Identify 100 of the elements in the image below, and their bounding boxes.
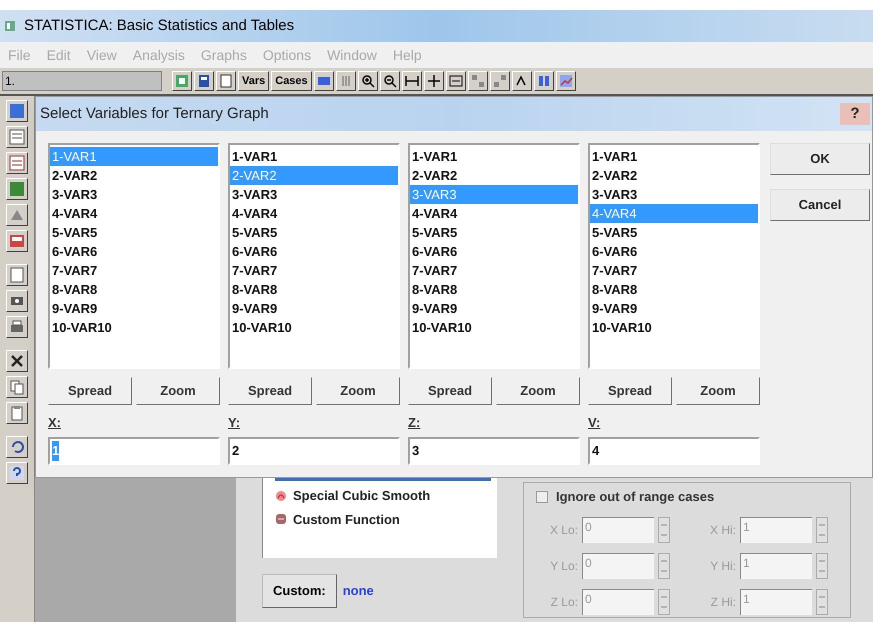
printer-icon[interactable] xyxy=(6,316,28,338)
axis-field[interactable]: 3 xyxy=(408,437,580,465)
list-item[interactable]: 1-VAR1 xyxy=(230,147,398,166)
list-item[interactable]: 7-VAR7 xyxy=(230,261,398,280)
list-item[interactable]: 4-VAR4 xyxy=(410,204,578,223)
zoom-button[interactable]: Zoom xyxy=(676,377,760,405)
list-item[interactable]: 9-VAR9 xyxy=(50,299,218,318)
zoom-button[interactable]: Zoom xyxy=(496,377,580,405)
list-item[interactable]: 6-VAR6 xyxy=(230,242,398,261)
spread-button[interactable]: Spread xyxy=(48,377,132,405)
toolbar-icon[interactable] xyxy=(380,71,400,91)
list-item[interactable]: 3-VAR3 xyxy=(50,185,218,204)
custom-button[interactable]: Custom: xyxy=(262,574,337,608)
field-label: Y Hi: xyxy=(709,558,736,574)
spin-buttons[interactable] xyxy=(658,516,670,542)
list-item[interactable]: 5-VAR5 xyxy=(590,223,758,242)
camera-icon[interactable] xyxy=(6,290,28,312)
list-item[interactable]: 2-VAR2 xyxy=(410,166,578,185)
close-icon[interactable] xyxy=(6,350,28,372)
grid-icon[interactable] xyxy=(6,178,28,200)
list-icon[interactable] xyxy=(6,126,28,148)
list-item[interactable]: 7-VAR7 xyxy=(590,261,758,280)
list-item[interactable]: Custom Function xyxy=(293,510,400,529)
page-icon[interactable] xyxy=(6,264,28,286)
field-label: X Hi: xyxy=(708,522,736,538)
list-item[interactable]: 8-VAR8 xyxy=(230,280,398,299)
zoom-button[interactable]: Zoom xyxy=(316,377,400,405)
list-item[interactable]: 4-VAR4 xyxy=(50,204,218,223)
spread-button[interactable]: Spread xyxy=(588,377,672,405)
toolbar-icon[interactable] xyxy=(424,71,444,91)
toolbar-button[interactable]: Vars xyxy=(238,71,270,91)
spin-buttons[interactable] xyxy=(816,552,828,578)
list-item[interactable]: 3-VAR3 xyxy=(230,185,398,204)
card-icon[interactable] xyxy=(6,230,28,252)
list-item[interactable]: 6-VAR6 xyxy=(50,242,218,261)
list-item[interactable]: 1-VAR1 xyxy=(590,147,758,166)
list-item[interactable]: 6-VAR6 xyxy=(590,242,758,261)
spin-buttons[interactable] xyxy=(816,516,828,542)
list-item[interactable]: 5-VAR5 xyxy=(230,223,398,242)
toolbar-icon[interactable] xyxy=(512,71,532,91)
toolbar-icon[interactable] xyxy=(446,71,466,91)
toolbar-icon[interactable] xyxy=(194,71,214,91)
list-item[interactable]: 2-VAR2 xyxy=(50,166,218,185)
toolbar-icon[interactable] xyxy=(336,71,356,91)
table-icon[interactable] xyxy=(6,152,28,174)
field-label: Z Lo: xyxy=(550,594,578,610)
list-item[interactable]: 8-VAR8 xyxy=(50,280,218,299)
help-button[interactable]: ? xyxy=(840,103,870,125)
toolbar-icon[interactable] xyxy=(534,71,554,91)
spin-buttons[interactable] xyxy=(816,588,828,614)
list-item[interactable]: 4-VAR4 xyxy=(230,204,398,223)
list-item[interactable]: 8-VAR8 xyxy=(590,280,758,299)
list-item[interactable]: 5-VAR5 xyxy=(50,223,218,242)
function-icon xyxy=(275,513,287,526)
axis-field[interactable]: 2 xyxy=(228,437,400,465)
list-item[interactable]: 9-VAR9 xyxy=(410,299,578,318)
list-item[interactable]: 10-VAR10 xyxy=(230,318,398,337)
zoom-button[interactable]: Zoom xyxy=(136,377,220,405)
list-item[interactable]: 9-VAR9 xyxy=(230,299,398,318)
sheet-icon[interactable] xyxy=(6,100,28,122)
help-icon[interactable] xyxy=(6,462,28,484)
toolbar-icon[interactable] xyxy=(402,71,422,91)
dialog-title: Select Variables for Ternary Graph xyxy=(40,104,269,124)
toolbar-icon[interactable] xyxy=(468,71,488,91)
toolbar-icon[interactable] xyxy=(172,71,192,91)
list-item[interactable]: 1-VAR1 xyxy=(410,147,578,166)
list-item[interactable]: 8-VAR8 xyxy=(410,280,578,299)
list-item[interactable]: 10-VAR10 xyxy=(590,318,758,337)
list-item[interactable]: 10-VAR10 xyxy=(410,318,578,337)
field-label: X Lo: xyxy=(548,522,578,538)
list-item[interactable]: 6-VAR6 xyxy=(410,242,578,261)
axis-field[interactable]: 4 xyxy=(588,437,760,465)
ok-button[interactable]: OK xyxy=(770,143,870,175)
toolbar-icon[interactable] xyxy=(556,71,576,91)
toolbar-icon[interactable] xyxy=(216,71,236,91)
list-item[interactable]: Special Cubic Smooth xyxy=(293,486,430,506)
toolbar-icon[interactable] xyxy=(358,71,378,91)
spread-button[interactable]: Spread xyxy=(228,377,312,405)
list-item[interactable]: 5-VAR5 xyxy=(410,223,578,242)
spin-buttons[interactable] xyxy=(658,552,670,578)
cancel-button[interactable]: Cancel xyxy=(770,189,870,221)
list-item[interactable]: 9-VAR9 xyxy=(590,299,758,318)
toolbar-button[interactable]: Cases xyxy=(271,71,312,91)
spread-button[interactable]: Spread xyxy=(408,377,492,405)
case-field[interactable]: 1. xyxy=(2,71,162,91)
toolbar-icon[interactable] xyxy=(314,71,334,91)
list-item[interactable]: 7-VAR7 xyxy=(50,261,218,280)
toolbar-icon[interactable] xyxy=(490,71,510,91)
clipboard-icon[interactable] xyxy=(6,402,28,424)
list-item[interactable]: 3-VAR3 xyxy=(590,185,758,204)
field-label: Y Lo: xyxy=(549,558,578,574)
window-title: STATISTICA: Basic Statistics and Tables xyxy=(24,16,294,36)
chart-icon[interactable] xyxy=(6,204,28,226)
checkbox-label: Ignore out of range cases xyxy=(556,488,714,506)
undo-icon[interactable] xyxy=(6,436,28,458)
spin-buttons[interactable] xyxy=(658,588,670,614)
list-item[interactable]: 10-VAR10 xyxy=(50,318,218,337)
list-item[interactable]: 2-VAR2 xyxy=(590,166,758,185)
list-item[interactable]: 7-VAR7 xyxy=(410,261,578,280)
copy-icon[interactable] xyxy=(6,376,28,398)
